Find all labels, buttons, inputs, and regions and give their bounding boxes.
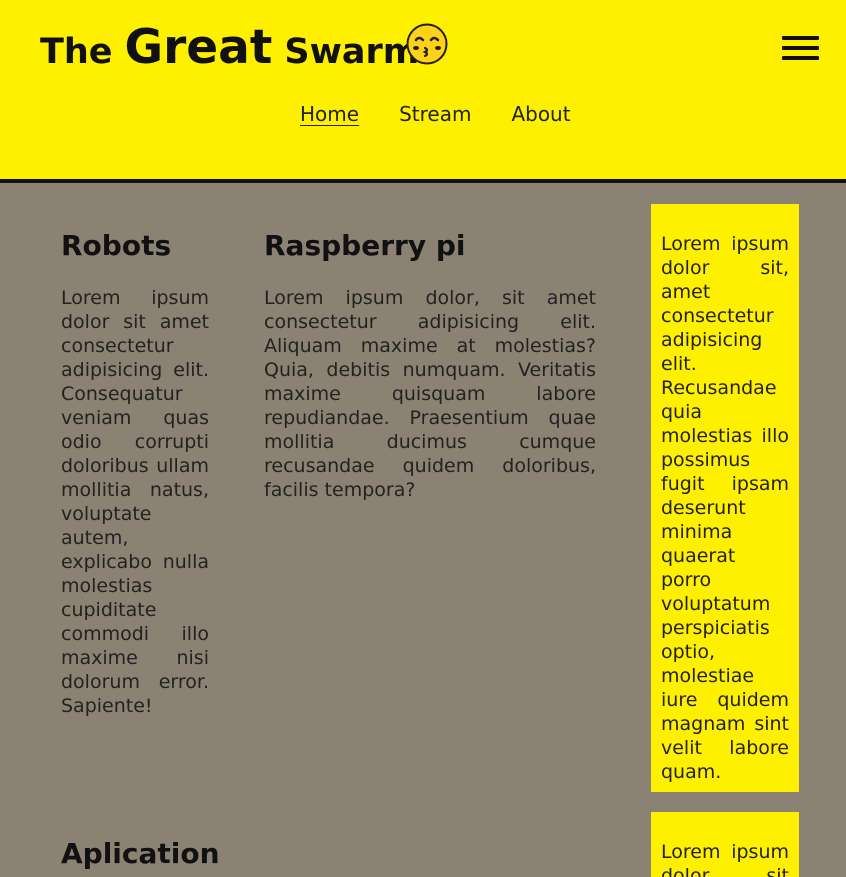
aside-box-1: Lorem ipsum dolor sit, amet consectetur …	[651, 204, 799, 792]
robots-title: Robots	[61, 229, 172, 262]
robots-section: Robots Lorem ipsum dolor sit amet consec…	[61, 229, 209, 718]
hamburger-menu-icon[interactable]	[782, 36, 819, 60]
nav-stream-link[interactable]: Stream	[399, 102, 471, 126]
aplication-title: Aplication	[61, 837, 220, 870]
hamburger-bar	[782, 46, 819, 50]
kissing-face-icon	[406, 23, 448, 65]
main-nav: Home Stream About	[300, 102, 571, 126]
nav-home-link[interactable]: Home	[300, 102, 359, 126]
hamburger-bar	[782, 56, 819, 60]
aplication-section: Aplication	[61, 837, 361, 870]
robots-text: Lorem ipsum dolor sit amet consectetur a…	[61, 287, 209, 717]
hamburger-bar	[782, 36, 819, 40]
logo-word-the: The	[40, 32, 113, 72]
aside-box-2-text: Lorem ipsum dolor sit amet	[661, 841, 789, 877]
aside-box-1-text: Lorem ipsum dolor sit, amet consectetur …	[661, 233, 789, 783]
site-header: The Great Swarm Home Stream About	[0, 0, 846, 183]
raspberry-section: Raspberry pi Lorem ipsum dolor, sit amet…	[264, 229, 596, 502]
logo-word-great: Great	[124, 20, 273, 75]
raspberry-text: Lorem ipsum dolor, sit amet consectetur …	[264, 287, 596, 501]
nav-about-link[interactable]: About	[511, 102, 570, 126]
aside-box-2: Lorem ipsum dolor sit amet	[651, 812, 799, 877]
site-logo[interactable]: The Great Swarm	[40, 20, 419, 75]
raspberry-title: Raspberry pi	[264, 229, 466, 262]
logo-word-swarm: Swarm	[284, 32, 420, 72]
